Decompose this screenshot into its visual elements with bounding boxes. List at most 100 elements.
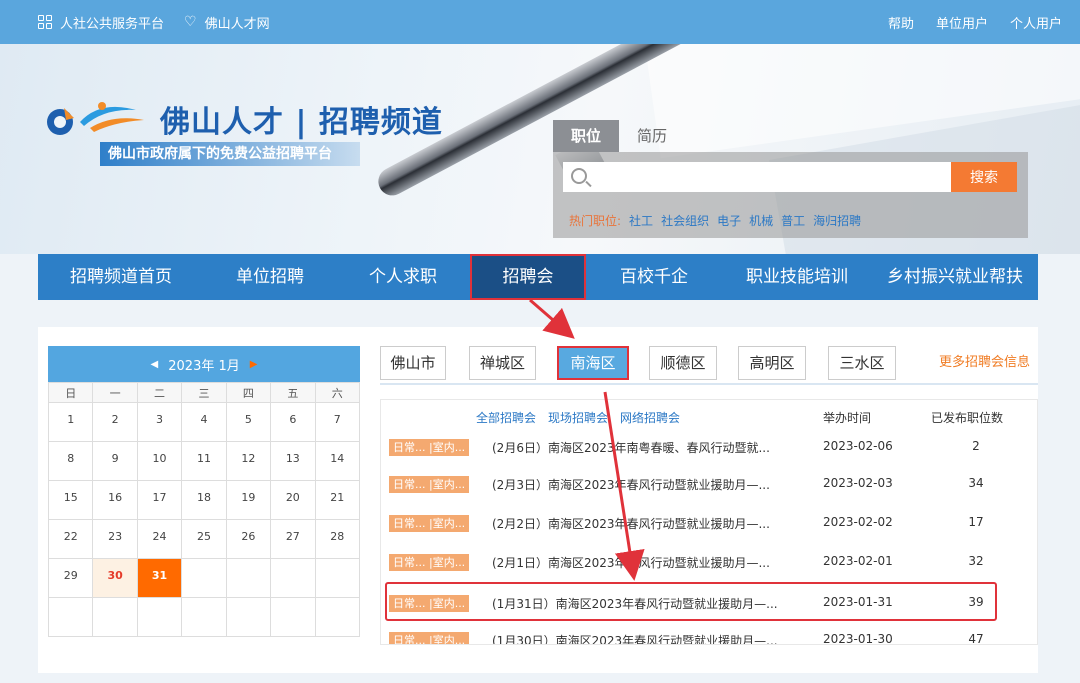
calendar-day[interactable]: 28 [314,519,361,559]
more-fairs-link[interactable]: 更多招聘会信息 [939,346,1030,380]
list-item-highlighted[interactable]: 日常... |室内... (1月31日）南海区2023年春风行动暨就业援助月—.… [385,582,997,621]
calendar-day[interactable]: 16 [92,480,138,520]
prev-month-icon[interactable]: ◀ [151,359,159,370]
calendar-day-today[interactable]: 30 [92,558,138,598]
calendar-day-selected[interactable]: 31 [136,558,183,598]
job-fair-list: 日常... |室内... (2月6日）南海区2023年南粤春暖、春风行动暨就..… [380,399,1038,645]
column-header-job-count: 已发布职位数 [931,411,1004,425]
calendar-day[interactable]: 12 [225,441,272,481]
main-nav: 招聘频道首页 单位招聘 个人求职 招聘会 百校千企 职业技能培训 乡村振兴就业帮… [38,254,1038,300]
nav-item-job-fairs[interactable]: 招聘会 [470,254,586,300]
calendar-day-empty [225,597,272,637]
nav-item-schools-companies[interactable]: 百校千企 [586,254,722,300]
calendar-day[interactable]: 2 [92,402,138,442]
nav-item-job-seeking[interactable]: 个人求职 [336,254,470,300]
list-item[interactable]: 日常... |室内... (1月30日）南海区2023年春风行动暨就业援助月—.… [381,621,1037,645]
nav-item-employer-recruit[interactable]: 单位招聘 [204,254,336,300]
channel-title: 佛山人才 | 招聘频道 [160,105,443,140]
link-hrss-platform[interactable]: 人社公共服务平台 [60,13,164,32]
list-item[interactable]: 日常... |室内... (2月2日）南海区2023年春风行动暨就业援助月—..… [381,504,1037,543]
calendar-day[interactable]: 25 [181,519,227,559]
calendar-day[interactable]: 11 [181,441,227,481]
search-input[interactable] [563,162,951,192]
calendar-day[interactable]: 5 [225,402,272,442]
filter-onsite-fairs[interactable]: 现场招聘会 [548,409,608,426]
fair-date: 2023-01-30 [823,632,893,645]
calendar-day[interactable]: 15 [47,480,94,520]
calendar-day[interactable]: 19 [225,480,272,520]
nav-item-skills-training[interactable]: 职业技能培训 [722,254,872,300]
fair-title[interactable]: (2月1日）南海区2023年春风行动暨就业援助月—... [492,554,770,571]
calendar-day[interactable]: 23 [92,519,138,559]
hot-job-link[interactable]: 海归招聘 [813,212,861,229]
calendar-day[interactable]: 21 [314,480,361,520]
next-month-icon[interactable]: ▶ [250,359,258,370]
fair-title[interactable]: (2月3日）南海区2023年春风行动暨就业援助月—... [492,476,770,493]
top-bar-right: 帮助 单位用户 个人用户 [888,0,1062,44]
site-logo[interactable]: 佛山人才 | 招聘频道 [40,96,443,142]
list-item[interactable]: 日常... |室内... (2月3日）南海区2023年春风行动暨就业援助月—..… [381,465,1037,504]
search-button[interactable]: 搜索 [951,162,1017,192]
filter-online-fairs[interactable]: 网络招聘会 [620,409,680,426]
fair-date: 2023-02-06 [823,439,893,453]
foshan-talent-logo-icon [47,102,144,135]
search-panel: 搜索 热门职位: 社工 社会组织 电子 机械 普工 海归招聘 [553,152,1028,238]
district-tab-gaoming[interactable]: 高明区 [738,346,806,380]
search-box: 职位 简历 搜索 热门职位: 社工 社会组织 电子 机械 普工 海归招聘 [553,120,1028,238]
calendar-day[interactable]: 9 [92,441,138,481]
district-tab-chancheng[interactable]: 禅城区 [469,346,536,380]
calendar-day[interactable]: 20 [270,480,316,520]
calendar-month-label: 2023年 1月 [168,358,240,374]
calendar-day-empty [47,597,94,637]
hot-job-link[interactable]: 普工 [781,212,805,229]
link-employer-user[interactable]: 单位用户 [936,13,988,32]
fair-title[interactable]: (1月30日）南海区2023年春风行动暨就业援助月—... [492,632,778,644]
calendar-day[interactable]: 1 [47,402,94,442]
calendar-day-empty [314,558,361,598]
calendar-day[interactable]: 3 [136,402,183,442]
calendar-day[interactable]: 6 [270,402,316,442]
calendar-grid: 日 一 二 三 四 五 六 1234567 8 9 10 11 12 13 14 15 16 1… [47,382,361,637]
calendar-day[interactable]: 8 [47,441,94,481]
calendar-day[interactable]: 13 [270,441,316,481]
fair-title[interactable]: (2月6日）南海区2023年南粤春暖、春风行动暨就... [492,439,770,456]
calendar-day[interactable]: 26 [225,519,272,559]
link-personal-user[interactable]: 个人用户 [1010,13,1062,32]
calendar-day[interactable]: 22 [47,519,94,559]
list-item[interactable]: 日常... |室内... (2月1日）南海区2023年春风行动暨就业援助月—..… [381,543,1037,582]
district-tab-foshan[interactable]: 佛山市 [380,346,446,380]
top-bar: 人社公共服务平台 ♡ 佛山人才网 帮助 单位用户 个人用户 [0,0,1080,44]
hot-job-link[interactable]: 机械 [749,212,773,229]
nav-item-rural-employment[interactable]: 乡村振兴就业帮扶 [872,254,1038,300]
calendar-day[interactable]: 10 [136,441,183,481]
fair-title[interactable]: (1月31日）南海区2023年春风行动暨就业援助月—... [492,595,778,612]
district-tab-sanshui[interactable]: 三水区 [828,346,896,380]
nav-item-home[interactable]: 招聘频道首页 [38,254,204,300]
hot-job-link[interactable]: 电子 [717,212,741,229]
link-help[interactable]: 帮助 [888,13,914,32]
fair-title[interactable]: (2月2日）南海区2023年春风行动暨就业援助月—... [492,515,770,532]
calendar-day[interactable]: 18 [181,480,227,520]
hot-job-link[interactable]: 社工 [629,212,653,229]
calendar-day-empty [270,597,316,637]
weekday-label: 日 [47,382,94,403]
calendar-day[interactable]: 17 [136,480,183,520]
district-tab-shunde[interactable]: 顺德区 [649,346,717,380]
district-tab-nanhai[interactable]: 南海区 [557,346,629,380]
hot-job-link[interactable]: 社会组织 [661,212,709,229]
calendar-day-empty [181,558,227,598]
fair-job-count: 2 [972,439,980,453]
filter-all-fairs[interactable]: 全部招聘会 [476,409,536,426]
calendar-day[interactable]: 4 [181,402,227,442]
tab-resumes[interactable]: 简历 [619,120,685,152]
calendar-day[interactable]: 24 [136,519,183,559]
apps-grid-icon[interactable] [38,15,52,29]
calendar-day[interactable]: 27 [270,519,316,559]
calendar-day[interactable]: 7 [314,402,361,442]
heart-icon: ♡ [184,14,197,30]
calendar-day-empty [314,597,361,637]
calendar-day[interactable]: 29 [47,558,94,598]
tab-jobs[interactable]: 职位 [553,120,619,152]
link-foshan-talent[interactable]: 佛山人才网 [205,13,270,32]
calendar-day[interactable]: 14 [314,441,361,481]
